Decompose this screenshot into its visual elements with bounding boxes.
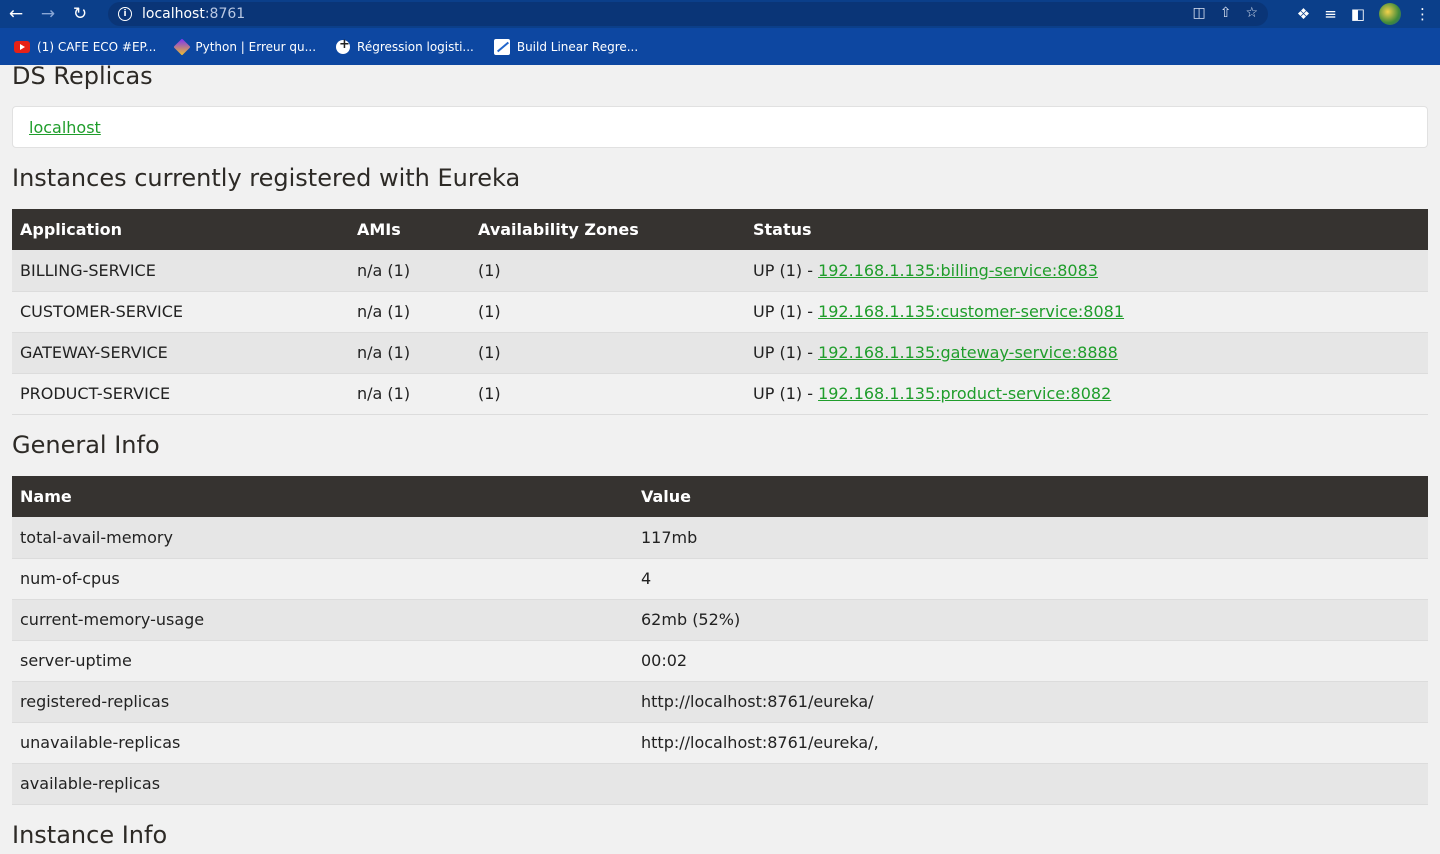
application-cell: GATEWAY-SERVICE (12, 332, 349, 374)
info-value-cell (633, 763, 1428, 805)
instance-link[interactable]: 192.168.1.135:customer-service:8081 (818, 302, 1124, 321)
zones-cell: (1) (470, 332, 745, 374)
info-name-cell: num-of-cpus (12, 558, 633, 600)
instance-link[interactable]: 192.168.1.135:gateway-service:8888 (818, 343, 1118, 362)
info-value-cell: 00:02 (633, 640, 1428, 682)
application-cell: CUSTOMER-SERVICE (12, 291, 349, 333)
info-name-cell: registered-replicas (12, 681, 633, 723)
chart-icon (493, 38, 510, 55)
info-name-cell: unavailable-replicas (12, 722, 633, 764)
info-value-cell: 62mb (52%) (633, 599, 1428, 641)
amis-cell: n/a (1) (349, 250, 470, 292)
translate-icon[interactable]: ◫ (1192, 5, 1205, 21)
amis-cell: n/a (1) (349, 332, 470, 374)
instances-heading: Instances currently registered with Eure… (12, 164, 521, 192)
youtube-icon (14, 40, 30, 53)
bookmark-item[interactable]: Régression logisti... (336, 37, 474, 54)
table-row: unavailable-replicas http://localhost:876… (12, 722, 1428, 764)
page-content: DS Replicas localhost Instances currentl… (0, 65, 1440, 854)
column-header: Application (20, 220, 123, 239)
side-panel-icon[interactable]: ◧ (1351, 5, 1365, 23)
table-row: current-memory-usage 62mb (52%) (12, 599, 1428, 641)
zones-cell: (1) (470, 373, 745, 415)
info-name-cell: total-avail-memory (12, 517, 633, 559)
status-text: UP (1) - (753, 302, 819, 321)
profile-avatar[interactable] (1379, 3, 1401, 25)
python-icon (173, 38, 191, 55)
zones-cell: (1) (470, 291, 745, 333)
instances-table-body: BILLING-SERVICE n/a (1) (1) UP (1) - 192.16… (12, 250, 1428, 415)
info-value-cell: http://localhost:8761/eureka/ (633, 681, 1428, 723)
amis-cell: n/a (1) (349, 373, 470, 415)
table-row: num-of-cpus 4 (12, 558, 1428, 600)
bookmark-label: Régression logisti... (357, 39, 474, 54)
url-host: localhost (142, 6, 205, 22)
site-info-icon[interactable]: i (118, 7, 132, 21)
instances-table: Application AMIs Availability Zones Stat… (12, 209, 1428, 415)
url-port: :8761 (204, 6, 246, 22)
info-name-cell: current-memory-usage (12, 599, 633, 641)
column-header: Name (20, 487, 72, 506)
instance-link[interactable]: 192.168.1.135:billing-service:8083 (818, 261, 1098, 280)
address-bar[interactable]: i localhost:8761 ◫ ⇧ ☆ (108, 2, 1268, 26)
table-header-row: Name Value (12, 476, 1428, 517)
bookmark-label: Build Linear Regre... (516, 39, 639, 54)
table-row: CUSTOMER-SERVICE n/a (1) (1) UP (1) - 192.1… (12, 291, 1428, 333)
bookmark-label: Python | Erreur qu... (195, 39, 317, 54)
status-cell: UP (1) - 192.168.1.135:customer-service:… (745, 291, 1428, 333)
table-header-row: Application AMIs Availability Zones Stat… (12, 209, 1428, 250)
bookmark-item[interactable]: Python | Erreur qu... (173, 38, 317, 55)
table-row: available-replicas (12, 763, 1428, 805)
menu-kebab-icon[interactable]: ⋮ (1415, 5, 1430, 23)
column-header: Status (753, 220, 812, 239)
column-header: AMIs (357, 220, 401, 239)
info-value-cell: http://localhost:8761/eureka/, (633, 722, 1428, 764)
ds-replicas-list: localhost (12, 106, 1428, 148)
amis-cell: n/a (1) (349, 291, 470, 333)
status-text: UP (1) - (753, 260, 819, 280)
table-row: registered-replicas http://localhost:8761… (12, 681, 1428, 723)
reload-icon[interactable]: ↻ (64, 0, 96, 28)
general-info-table: Name Value total-avail-memory 117mb num-of… (12, 476, 1428, 805)
status-cell: UP (1) - 192.168.1.135:billing-service:8… (745, 250, 1428, 292)
info-name-cell: server-uptime (12, 640, 633, 682)
application-cell: BILLING-SERVICE (12, 250, 349, 292)
replica-link[interactable]: localhost (29, 118, 101, 137)
instance-info-heading: Instance Info (12, 821, 168, 849)
status-cell: UP (1) - 192.168.1.135:gateway-service:8… (745, 332, 1428, 374)
bookmarks-bar: (1) CAFE ECO #EP... Python | Erreur qu..… (0, 28, 1440, 65)
status-text: UP (1) - (753, 384, 819, 403)
forward-arrow-icon[interactable]: → (32, 0, 64, 28)
column-header: Value (641, 487, 692, 506)
status-cell: UP (1) - 192.168.1.135:product-service:8… (745, 373, 1428, 415)
column-header: Availability Zones (478, 220, 639, 239)
instance-link[interactable]: 192.168.1.135:product-service:8082 (818, 384, 1111, 403)
info-name-cell: available-replicas (12, 763, 633, 805)
general-info-heading: General Info (12, 431, 160, 459)
bookmark-item[interactable]: Build Linear Regre... (493, 38, 639, 55)
info-value-cell: 4 (633, 558, 1428, 600)
table-row: GATEWAY-SERVICE n/a (1) (1) UP (1) - 192.16… (12, 332, 1428, 374)
application-cell: PRODUCT-SERVICE (12, 373, 349, 415)
puzzle-icon (336, 37, 351, 54)
share-icon[interactable]: ⇧ (1220, 5, 1232, 21)
extensions-icon[interactable]: ❖ (1297, 5, 1310, 23)
status-text: UP (1) - (753, 343, 819, 362)
table-row: PRODUCT-SERVICE n/a (1) (1) UP (1) - 192.16… (12, 373, 1428, 415)
bookmark-item[interactable]: (1) CAFE ECO #EP... (14, 40, 156, 54)
bookmark-label: (1) CAFE ECO #EP... (37, 39, 157, 54)
info-value-cell: 117mb (633, 517, 1428, 559)
ds-replicas-heading: DS Replicas (12, 65, 153, 90)
bookmark-star-icon[interactable]: ☆ (1245, 5, 1258, 21)
general-info-table-body: total-avail-memory 117mb num-of-cpus 4 curre… (12, 517, 1428, 805)
media-queue-icon[interactable]: ≡ (1324, 5, 1337, 23)
table-row: total-avail-memory 117mb (12, 517, 1428, 559)
table-row: server-uptime 00:02 (12, 640, 1428, 682)
zones-cell: (1) (470, 250, 745, 292)
browser-toolbar: ← → ↻ i localhost:8761 ◫ ⇧ ☆ ❖ ≡ ◧ ⋮ (0, 0, 1440, 28)
table-row: BILLING-SERVICE n/a (1) (1) UP (1) - 192.16… (12, 250, 1428, 292)
back-arrow-icon[interactable]: ← (0, 0, 32, 28)
